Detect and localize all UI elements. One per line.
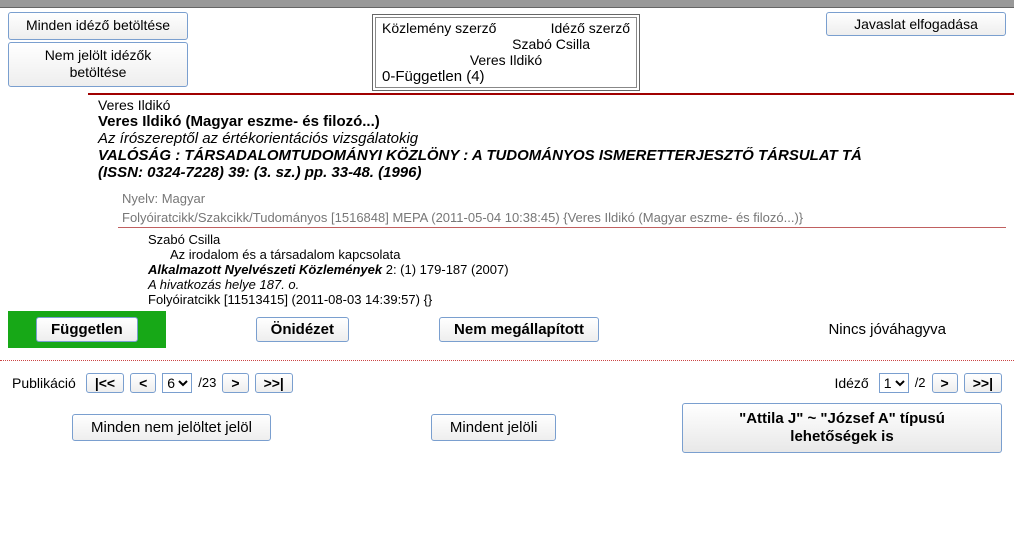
action-row: Független Önidézet Nem megállapított Nin… bbox=[0, 307, 1014, 352]
mark-all-unmarked-button[interactable]: Minden nem jelöltet jelöl bbox=[72, 414, 271, 441]
pub-first-button[interactable]: |<< bbox=[86, 373, 124, 393]
left-button-group: Minden idéző betöltése Nem jelölt idézők… bbox=[8, 12, 188, 87]
pub-next-button[interactable]: > bbox=[222, 373, 248, 393]
col-citer-author: Idéző szerző bbox=[551, 20, 630, 36]
citer-page-total: /2 bbox=[915, 375, 926, 390]
not-determined-button[interactable]: Nem megállapított bbox=[439, 317, 599, 342]
pub-language: Nyelv: Magyar bbox=[122, 191, 1006, 206]
citation-block: Szabó Csilla Az irodalom és a társadalom… bbox=[148, 232, 1014, 307]
top-bar bbox=[0, 0, 1014, 8]
pub-subtitle: Az írószereptől az értékorientációs vizs… bbox=[98, 130, 1006, 147]
citer-last-button[interactable]: >>| bbox=[964, 373, 1002, 393]
divider bbox=[88, 93, 1014, 95]
pub-page-select[interactable]: 6 bbox=[162, 373, 192, 393]
author-match-box: Közlemény szerző Idéző szerző Szabó Csil… bbox=[372, 14, 640, 91]
bottom-row: Minden nem jelöltet jelöl Mindent jelöli… bbox=[0, 397, 1014, 463]
match-name-2: Veres Ildikó bbox=[470, 52, 542, 68]
right-button-group: Javaslat elfogadása bbox=[826, 12, 1006, 36]
match-name-1: Szabó Csilla bbox=[512, 36, 590, 52]
cite-journal-rest: 2: (1) 179-187 (2007) bbox=[382, 262, 508, 277]
self-cite-button[interactable]: Önidézet bbox=[256, 317, 349, 342]
pub-journal: VALÓSÁG : TÁRSADALOMTUDOMÁNYI KÖZLÖNY : … bbox=[98, 147, 1006, 164]
citer-next-button[interactable]: > bbox=[932, 373, 958, 393]
pub-author: Veres Ildikó bbox=[98, 97, 1006, 113]
pub-page-total: /23 bbox=[198, 375, 216, 390]
cite-author: Szabó Csilla bbox=[148, 232, 1014, 247]
cite-meta: Folyóiratcikk [11513415] (2011-08-03 14:… bbox=[148, 292, 1014, 307]
load-all-citers-button[interactable]: Minden idéző betöltése bbox=[8, 12, 188, 40]
pub-issn-line: (ISSN: 0324-7228) 39: (3. sz.) pp. 33-48… bbox=[98, 164, 1006, 181]
pub-meta: Folyóiratcikk/Szakcikk/Tudományos [15168… bbox=[122, 210, 1006, 225]
divider-thin bbox=[118, 227, 1006, 228]
cite-ref-location: A hivatkozás helye 187. o. bbox=[148, 277, 1014, 292]
independent-button[interactable]: Független bbox=[36, 317, 138, 342]
pub-prev-button[interactable]: < bbox=[130, 373, 156, 393]
pub-last-button[interactable]: >>| bbox=[255, 373, 293, 393]
cite-title: Az irodalom és a társadalom kapcsolata bbox=[148, 247, 1014, 262]
citer-pager-label: Idéző bbox=[834, 375, 868, 391]
independent-wrap: Független bbox=[8, 311, 166, 348]
citer-page-select[interactable]: 1 bbox=[879, 373, 909, 393]
author-match-inner: Közlemény szerző Idéző szerző Szabó Csil… bbox=[375, 17, 637, 88]
cite-journal-name: Alkalmazott Nyelvészeti Közlemények bbox=[148, 262, 382, 277]
cite-journal-line: Alkalmazott Nyelvészeti Közlemények 2: (… bbox=[148, 262, 1014, 277]
col-pub-author: Közlemény szerző bbox=[382, 20, 496, 36]
pub-pager-label: Publikáció bbox=[12, 375, 76, 391]
mark-all-button[interactable]: Mindent jelöli bbox=[431, 414, 557, 441]
load-unmarked-citers-button[interactable]: Nem jelölt idézők betöltése bbox=[8, 42, 188, 87]
dotted-divider bbox=[0, 360, 1014, 361]
publication-block: Veres Ildikó Veres Ildikó (Magyar eszme-… bbox=[98, 97, 1006, 225]
tilde-options-button[interactable]: "Attila J" ~ "József A" típusú lehetőség… bbox=[682, 403, 1002, 453]
accept-suggestion-button[interactable]: Javaslat elfogadása bbox=[826, 12, 1006, 36]
pager-row: Publikáció |<< < 6 /23 > >>| Idéző 1 /2 … bbox=[0, 369, 1014, 397]
pub-title: Veres Ildikó (Magyar eszme- és filozó...… bbox=[98, 113, 1006, 130]
match-footer: 0-Független (4) bbox=[382, 68, 485, 85]
header-row: Minden idéző betöltése Nem jelölt idézők… bbox=[0, 8, 1014, 87]
approval-status: Nincs jóváhagyva bbox=[828, 321, 946, 338]
